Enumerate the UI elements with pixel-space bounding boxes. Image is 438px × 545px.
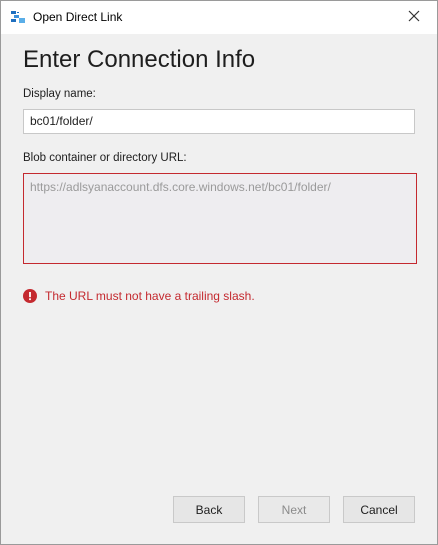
display-name-input[interactable]: bc01/folder/ [23,109,415,134]
close-icon [408,9,420,27]
back-button[interactable]: Back [173,496,245,523]
dialog-content: Enter Connection Info Display name: bc01… [1,34,437,544]
display-name-label: Display name: [23,88,96,100]
close-button[interactable] [391,1,437,34]
error-icon [23,289,37,303]
title-bar: Open Direct Link [1,1,437,34]
url-input[interactable]: https://adlsyanaccount.dfs.core.windows.… [23,173,417,264]
cancel-button[interactable]: Cancel [343,496,415,523]
url-label: Blob container or directory URL: [23,152,187,164]
page-title: Enter Connection Info [23,46,256,73]
next-button[interactable]: Next [258,496,330,523]
error-message-row: The URL must not have a trailing slash. [23,289,255,303]
window-title: Open Direct Link [33,10,123,24]
open-direct-link-dialog: Open Direct Link Enter Connection Info D… [0,0,438,545]
storage-explorer-icon [10,9,26,25]
error-message: The URL must not have a trailing slash. [45,289,255,303]
